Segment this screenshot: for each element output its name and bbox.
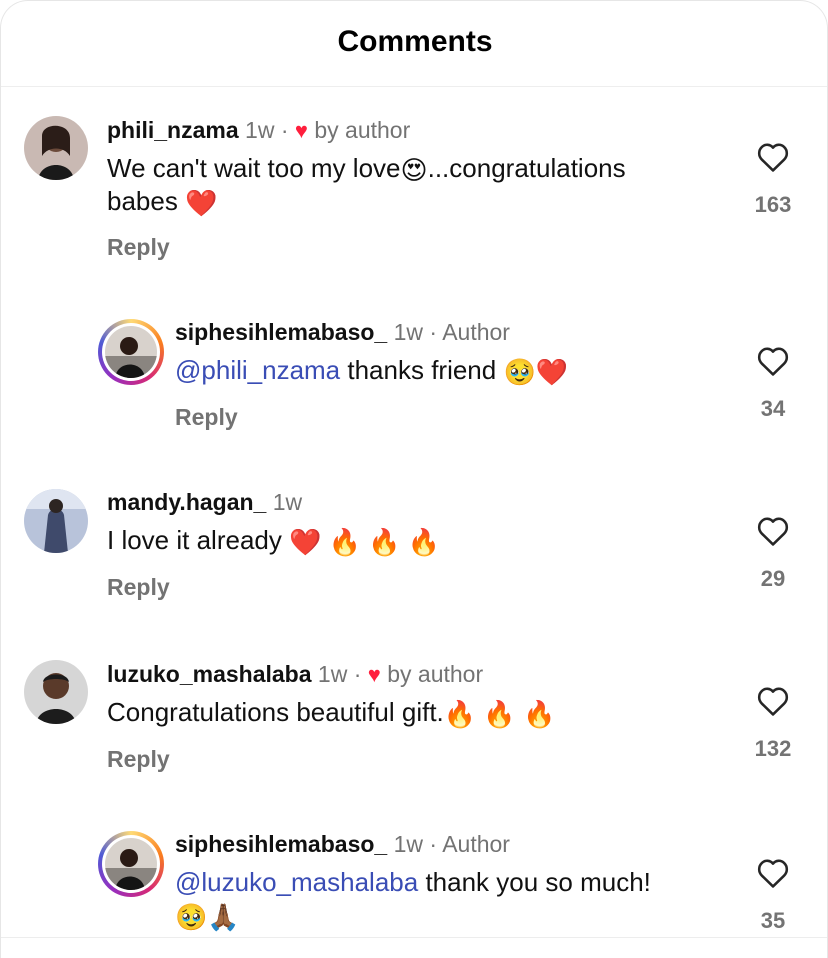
comment-text: We can't wait too my love😍...congratulat…	[107, 152, 717, 218]
heart-outline-icon	[757, 687, 789, 716]
comments-sheet: Comments phili_nzama 1w · ♥ by author We…	[0, 0, 828, 958]
avatar	[105, 326, 157, 378]
heart-outline-icon	[757, 517, 789, 546]
avatar	[105, 838, 157, 890]
comment-time: 1w	[245, 117, 275, 143]
comment-text-part: thanks friend	[340, 355, 504, 385]
meta-separator: ·	[353, 661, 362, 687]
fire-emoji: 🔥	[368, 527, 401, 557]
reply-button[interactable]: Reply	[107, 746, 170, 773]
like-count: 35	[760, 908, 786, 933]
like-button[interactable]	[743, 345, 803, 377]
avatar-photo	[24, 116, 88, 180]
comment-time: 1w	[393, 319, 423, 345]
fire-emoji: 🔥	[523, 699, 556, 729]
red-heart-emoji: ❤️	[535, 357, 569, 387]
comment-text-part: Congratulations beautiful gift.	[107, 697, 444, 727]
like-count: 132	[754, 736, 792, 761]
comment-meta: siphesihlemabaso_ 1w · Author	[175, 831, 510, 858]
red-heart-emoji: ❤️	[185, 188, 218, 218]
page-title: Comments	[337, 25, 493, 58]
meta-separator: ·	[429, 319, 438, 345]
heart-outline-icon	[757, 859, 789, 888]
like-count: 163	[754, 192, 792, 217]
pleading-face-emoji: 🥹	[175, 902, 208, 932]
heart-filled-icon: ♥	[294, 118, 308, 143]
comment-meta: phili_nzama 1w · ♥ by author	[107, 117, 410, 144]
username-link[interactable]: mandy.hagan_	[107, 489, 266, 515]
folded-hands-emoji: 🙏🏾	[207, 902, 240, 932]
pleading-face-emoji: 🥹	[503, 357, 536, 387]
reply-button[interactable]: Reply	[107, 574, 170, 601]
meta-separator: ·	[429, 831, 438, 857]
comment-text: I love it already ❤️ 🔥 🔥 🔥	[107, 524, 707, 557]
avatar[interactable]	[24, 660, 88, 724]
comment-text: Congratulations beautiful gift.🔥 🔥 🔥	[107, 696, 707, 729]
liked-by-author-label: by author	[314, 117, 411, 143]
avatar[interactable]	[24, 116, 88, 180]
fire-emoji: 🔥	[483, 699, 516, 729]
divider	[1, 937, 827, 938]
author-badge: Author	[442, 831, 510, 857]
like-button[interactable]	[743, 685, 803, 717]
author-badge: Author	[442, 319, 510, 345]
heart-eyes-emoji: 😍	[400, 155, 428, 185]
comment-text: @phili_nzama thanks friend 🥹❤️	[175, 354, 695, 387]
like-count: 34	[760, 396, 786, 421]
comment-text: @luzuko_mashalaba thank you so much! 🥹🙏🏾	[175, 866, 715, 932]
red-heart-emoji: ❤️	[289, 527, 322, 557]
fire-emoji: 🔥	[407, 527, 441, 557]
comment-time: 1w	[317, 661, 348, 687]
comment-text-part: I love it already	[107, 525, 290, 555]
avatar-story-ring[interactable]	[98, 319, 164, 385]
avatar-story-ring[interactable]	[98, 831, 164, 897]
comment-text-part: ...congratulations	[427, 153, 626, 183]
like-button[interactable]	[743, 857, 803, 889]
like-button[interactable]	[743, 515, 803, 547]
avatar-photo	[105, 838, 157, 890]
heart-outline-icon	[757, 143, 789, 172]
reply-button[interactable]: Reply	[107, 234, 170, 261]
comment-text-part: babes	[107, 186, 178, 216]
comment-meta: mandy.hagan_ 1w	[107, 489, 302, 516]
comment-time: 1w	[393, 831, 423, 857]
comment-text-part: thank you so much!	[418, 867, 651, 897]
comments-header: Comments	[1, 1, 827, 87]
comment-text-part: We can't wait too my love	[107, 153, 401, 183]
fire-emoji: 🔥	[443, 699, 477, 729]
avatar-photo	[24, 489, 88, 553]
username-link[interactable]: phili_nzama	[107, 117, 239, 143]
comment-meta: luzuko_mashalaba 1w · ♥ by author	[107, 661, 483, 688]
fire-emoji: 🔥	[328, 527, 362, 557]
comment-meta: siphesihlemabaso_ 1w · Author	[175, 319, 510, 346]
comment-time: 1w	[272, 489, 303, 515]
heart-outline-icon	[757, 347, 789, 376]
avatar-photo	[24, 660, 88, 724]
like-count: 29	[760, 566, 786, 591]
heart-filled-icon: ♥	[367, 662, 381, 687]
username-link[interactable]: siphesihlemabaso_	[175, 831, 387, 857]
liked-by-author-label: by author	[387, 661, 484, 687]
reply-button[interactable]: Reply	[175, 404, 238, 431]
mention-link[interactable]: @phili_nzama	[175, 355, 340, 385]
meta-separator: ·	[280, 117, 289, 143]
username-link[interactable]: luzuko_mashalaba	[107, 661, 312, 687]
avatar-photo	[105, 326, 157, 378]
avatar[interactable]	[24, 489, 88, 553]
username-link[interactable]: siphesihlemabaso_	[175, 319, 387, 345]
mention-link[interactable]: @luzuko_mashalaba	[175, 867, 418, 897]
like-button[interactable]	[743, 141, 803, 173]
